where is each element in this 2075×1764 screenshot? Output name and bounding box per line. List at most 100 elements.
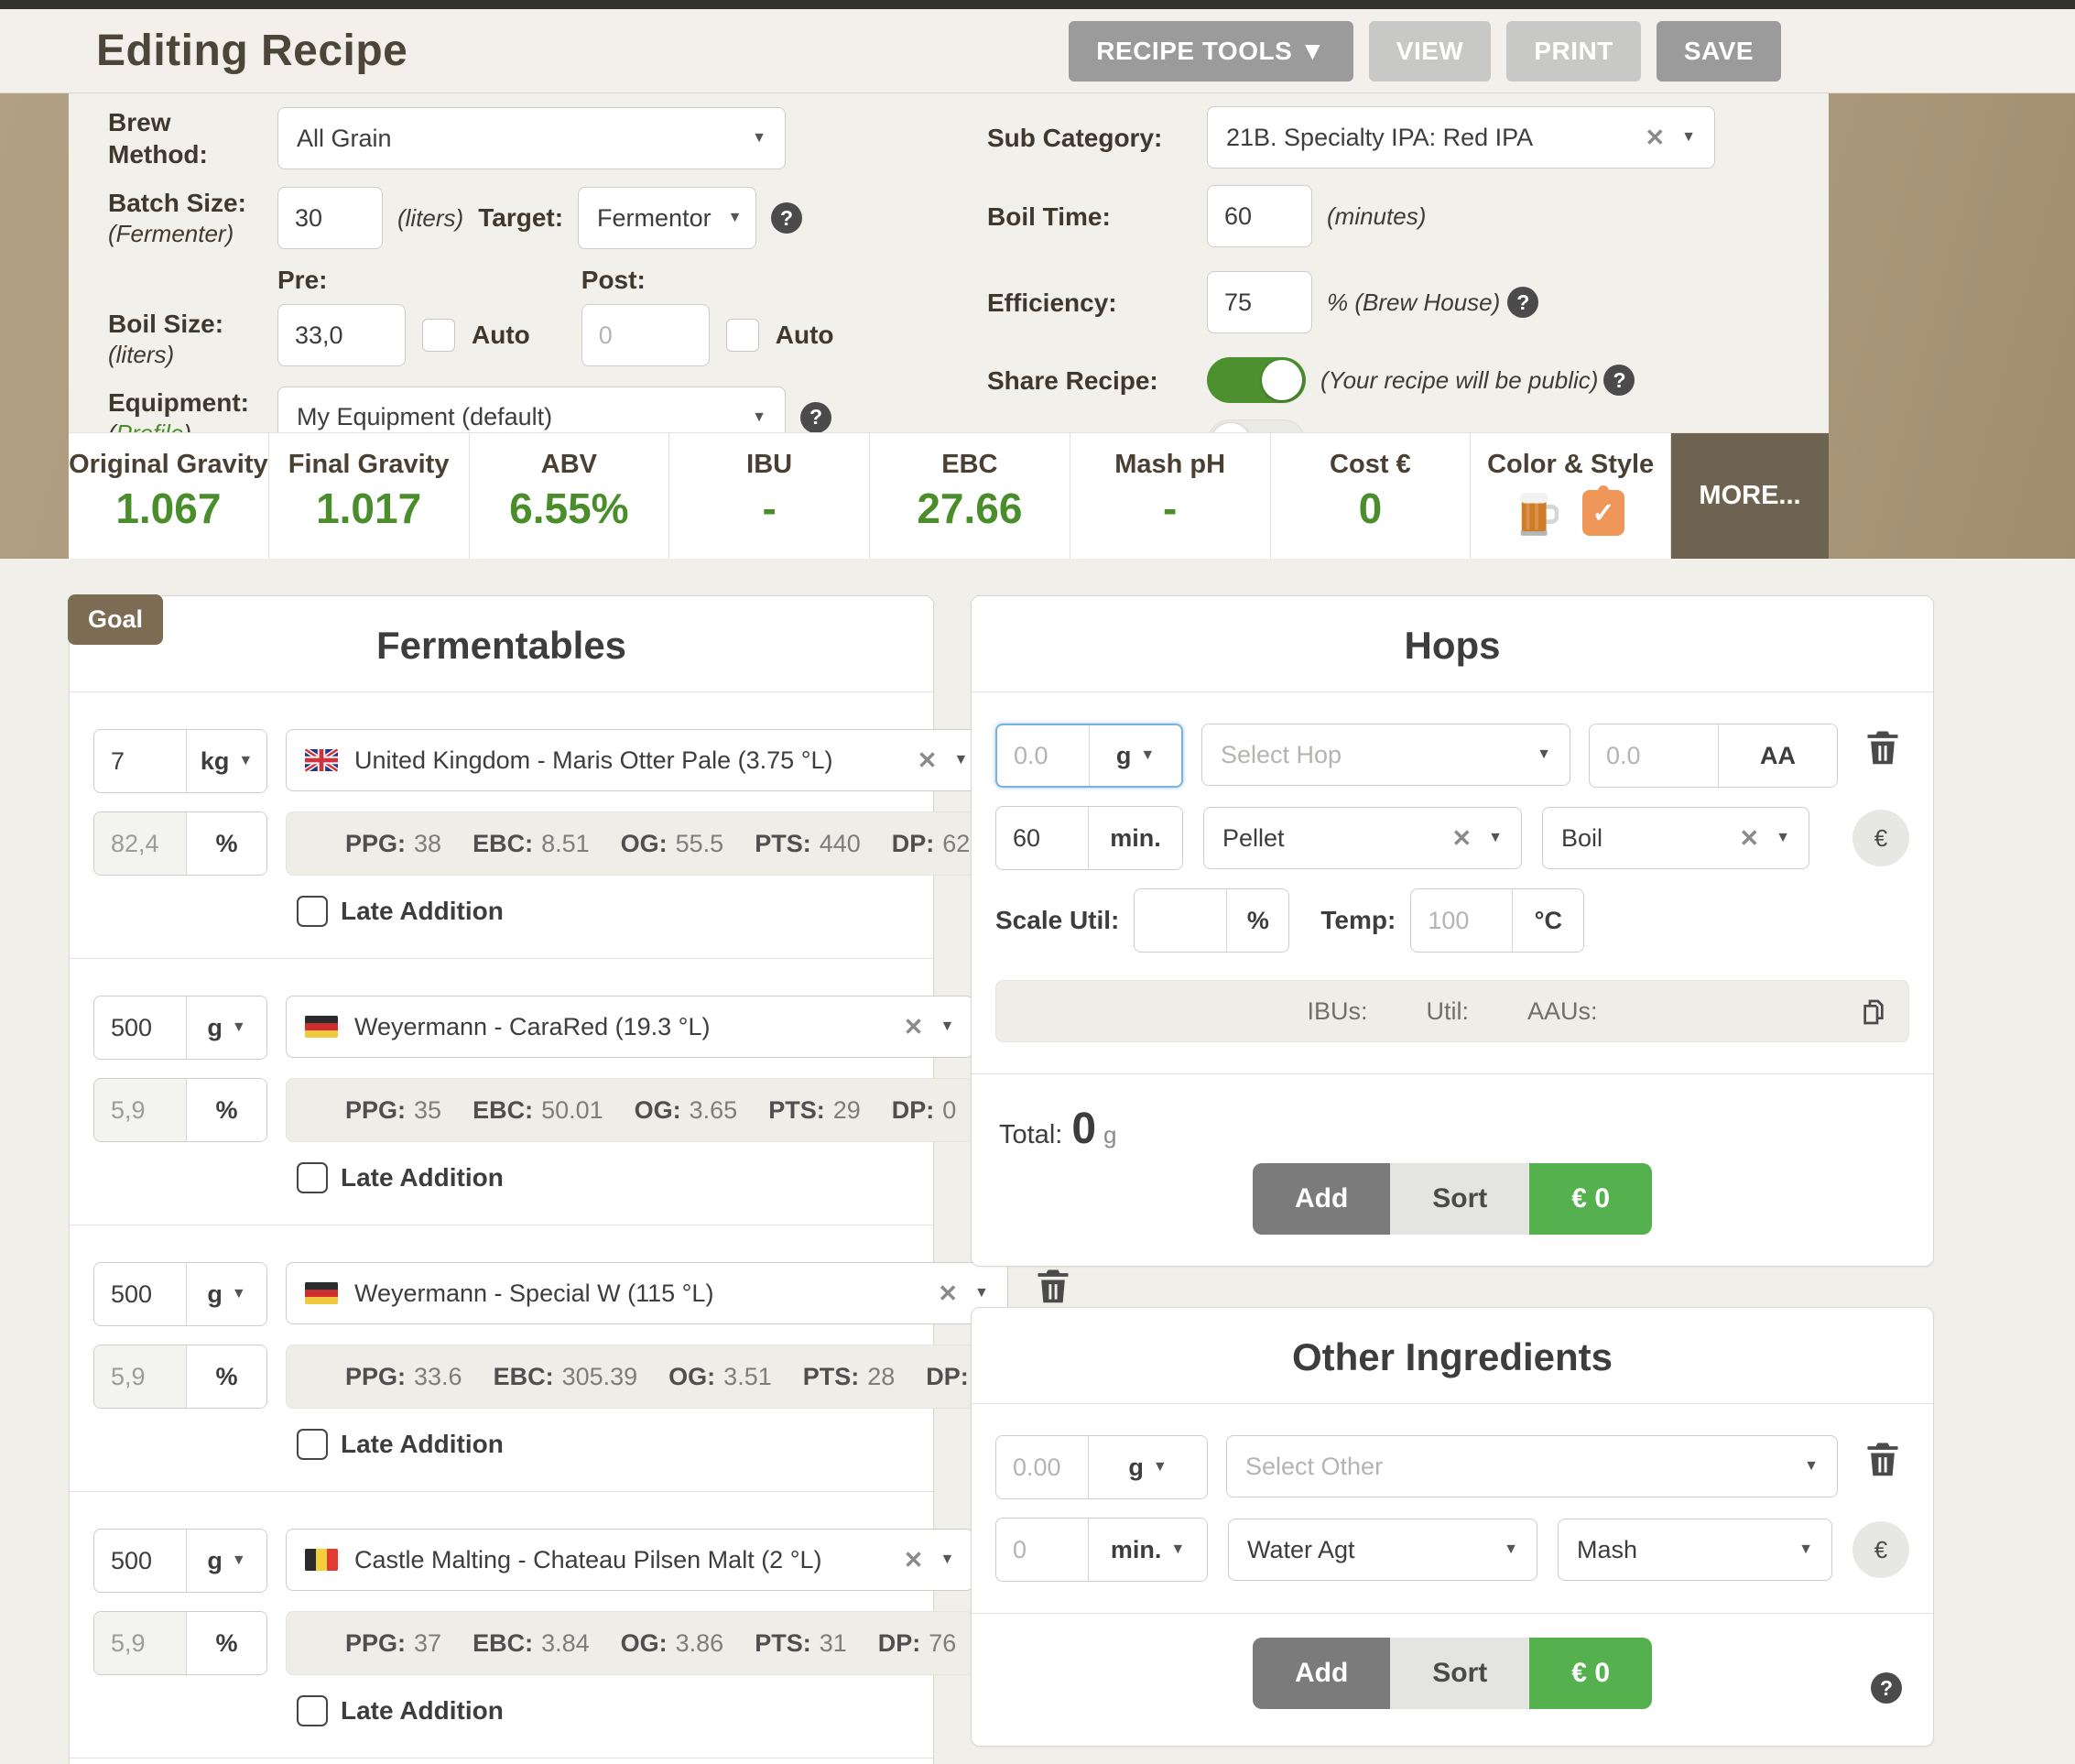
sort-hops-button[interactable]: Sort <box>1390 1163 1529 1235</box>
clear-x-icon[interactable]: ✕ <box>1739 824 1759 853</box>
save-button[interactable]: SAVE <box>1657 21 1781 82</box>
other-amount-input[interactable] <box>996 1436 1088 1498</box>
share-recipe-note: (Your recipe will be public) <box>1320 366 1598 395</box>
clear-x-icon[interactable]: ✕ <box>1451 824 1472 853</box>
unit-select[interactable]: g▼ <box>186 1263 266 1325</box>
other-use-select[interactable]: Mash ▼ <box>1558 1519 1832 1581</box>
copy-icon[interactable] <box>1859 996 1888 1028</box>
recipe-tools-button[interactable]: RECIPE TOOLS ▼ <box>1069 21 1353 82</box>
percent-input[interactable] <box>94 1079 186 1141</box>
post-boil-group: Post: Auto <box>581 266 834 366</box>
add-hop-button[interactable]: Add <box>1253 1163 1390 1235</box>
help-icon[interactable]: ? <box>800 402 831 433</box>
hop-unit-select[interactable]: g▼ <box>1089 725 1181 786</box>
sub-category-select[interactable]: 21B. Specialty IPA: Red IPA ✕ ▼ <box>1207 106 1715 169</box>
main-content: Goal Fermentables kg▼ <box>0 559 2075 1764</box>
efficiency-input[interactable] <box>1207 271 1312 333</box>
clear-x-icon[interactable]: ✕ <box>1645 124 1665 152</box>
fermentables-title: Fermentables <box>70 596 933 692</box>
brew-method-label: Brew Method: <box>108 106 277 170</box>
pre-auto-checkbox[interactable] <box>422 319 455 352</box>
amount-input[interactable] <box>94 1263 186 1325</box>
amount-input[interactable] <box>94 1530 186 1592</box>
late-addition-checkbox[interactable] <box>297 1429 328 1460</box>
fermentable-select[interactable]: United Kingdom - Maris Otter Pale (3.75 … <box>286 729 987 791</box>
other-time-unit-select[interactable]: min.▼ <box>1088 1519 1207 1581</box>
chevron-down-icon: ▼ <box>232 1552 246 1569</box>
page-header: Editing Recipe RECIPE TOOLS ▼ VIEW PRINT… <box>0 9 2075 93</box>
sort-other-button[interactable]: Sort <box>1390 1638 1529 1709</box>
other-time-input[interactable] <box>996 1519 1088 1581</box>
target-select[interactable]: Fermentor ▼ <box>578 187 756 249</box>
hops-cost-button[interactable]: € 0 <box>1529 1163 1652 1235</box>
unit-select[interactable]: kg▼ <box>186 730 266 792</box>
pre-boil-input[interactable] <box>277 304 406 366</box>
amount-input[interactable] <box>94 730 186 792</box>
clear-x-icon[interactable]: ✕ <box>904 1546 924 1574</box>
hop-type-select[interactable]: Pellet ✕ ▼ <box>1203 807 1522 869</box>
help-icon[interactable]: ? <box>1871 1672 1902 1704</box>
beer-mug-icon[interactable] <box>1516 489 1559 537</box>
print-button[interactable]: PRINT <box>1506 21 1641 82</box>
percent-input[interactable] <box>94 1345 186 1408</box>
clear-x-icon[interactable]: ✕ <box>938 1279 958 1308</box>
hop-select[interactable]: Select Hop ▼ <box>1201 724 1570 786</box>
add-other-button[interactable]: Add <box>1253 1638 1390 1709</box>
help-icon[interactable]: ? <box>1507 287 1538 318</box>
percent-input[interactable] <box>94 1612 186 1674</box>
temp-input[interactable] <box>1411 889 1512 952</box>
batch-size-unit-note: (liters) <box>397 204 463 233</box>
hop-aa-input[interactable] <box>1590 724 1718 787</box>
amount-combo: g▼ <box>93 1262 267 1326</box>
fermentables-card: Goal Fermentables kg▼ <box>69 595 934 1764</box>
fermentable-select[interactable]: Weyermann - CaraRed (19.3 °L) ✕ ▼ <box>286 996 973 1058</box>
chevron-down-icon: ▼ <box>1140 747 1155 764</box>
boil-time-input[interactable] <box>1207 185 1312 247</box>
brew-method-select[interactable]: All Grain ▼ <box>277 107 786 169</box>
percent-input[interactable] <box>94 812 186 875</box>
hop-use-select[interactable]: Boil ✕ ▼ <box>1542 807 1809 869</box>
post-auto-checkbox[interactable] <box>726 319 759 352</box>
more-button[interactable]: MORE... <box>1671 433 1829 559</box>
clear-x-icon[interactable]: ✕ <box>918 746 938 775</box>
germany-flag-icon <box>305 1281 338 1305</box>
hop-amount-combo: g▼ <box>995 724 1183 788</box>
other-unit-select[interactable]: g▼ <box>1088 1436 1207 1498</box>
unit-select[interactable]: g▼ <box>186 1530 266 1592</box>
help-icon[interactable]: ? <box>771 202 802 234</box>
other-type-select[interactable]: Water Agt ▼ <box>1228 1519 1537 1581</box>
fermentable-row: kg▼ United Kingdom - Maris Otter Pale (3… <box>70 692 933 958</box>
fermentable-select[interactable]: Weyermann - Special W (115 °L) ✕ ▼ <box>286 1262 1008 1324</box>
temp-combo: °C <box>1410 888 1584 953</box>
percent-unit: % <box>186 812 266 875</box>
style-check-icon[interactable]: ✓ <box>1582 490 1624 536</box>
other-select[interactable]: Select Other ▼ <box>1226 1435 1838 1497</box>
goal-badge[interactable]: Goal <box>68 594 163 645</box>
post-boil-input[interactable] <box>581 304 710 366</box>
late-addition-checkbox[interactable] <box>297 1162 328 1193</box>
chevron-down-icon: ▼ <box>940 1552 954 1568</box>
view-button[interactable]: VIEW <box>1369 21 1492 82</box>
total-value: 0 <box>1071 1104 1096 1154</box>
trash-icon[interactable] <box>1863 1435 1903 1481</box>
clear-x-icon[interactable]: ✕ <box>904 1013 924 1041</box>
euro-cost-button[interactable]: € <box>1852 810 1909 866</box>
unit-select[interactable]: g▼ <box>186 996 266 1059</box>
share-recipe-toggle[interactable] <box>1207 357 1306 403</box>
other-cost-button[interactable]: € 0 <box>1529 1638 1652 1709</box>
trash-icon[interactable] <box>1863 724 1903 769</box>
hop-time-combo: min. <box>995 806 1183 870</box>
help-icon[interactable]: ? <box>1603 365 1635 396</box>
hop-time-input[interactable] <box>996 807 1088 869</box>
hop-amount-input[interactable] <box>997 725 1089 786</box>
other-time-combo: min.▼ <box>995 1518 1208 1582</box>
batch-size-input[interactable] <box>277 187 383 249</box>
late-addition-checkbox[interactable] <box>297 1695 328 1726</box>
late-addition-checkbox[interactable] <box>297 896 328 927</box>
fermentable-select[interactable]: Castle Malting - Chateau Pilsen Malt (2 … <box>286 1529 973 1591</box>
scale-util-input[interactable] <box>1135 889 1226 952</box>
fermentable-details: PPG:33.6 EBC:305.39 OG:3.51 PTS:28 DP:0 <box>286 1345 1008 1409</box>
euro-cost-button[interactable]: € <box>1852 1521 1909 1578</box>
trash-icon[interactable] <box>1033 1262 1073 1308</box>
amount-input[interactable] <box>94 996 186 1059</box>
